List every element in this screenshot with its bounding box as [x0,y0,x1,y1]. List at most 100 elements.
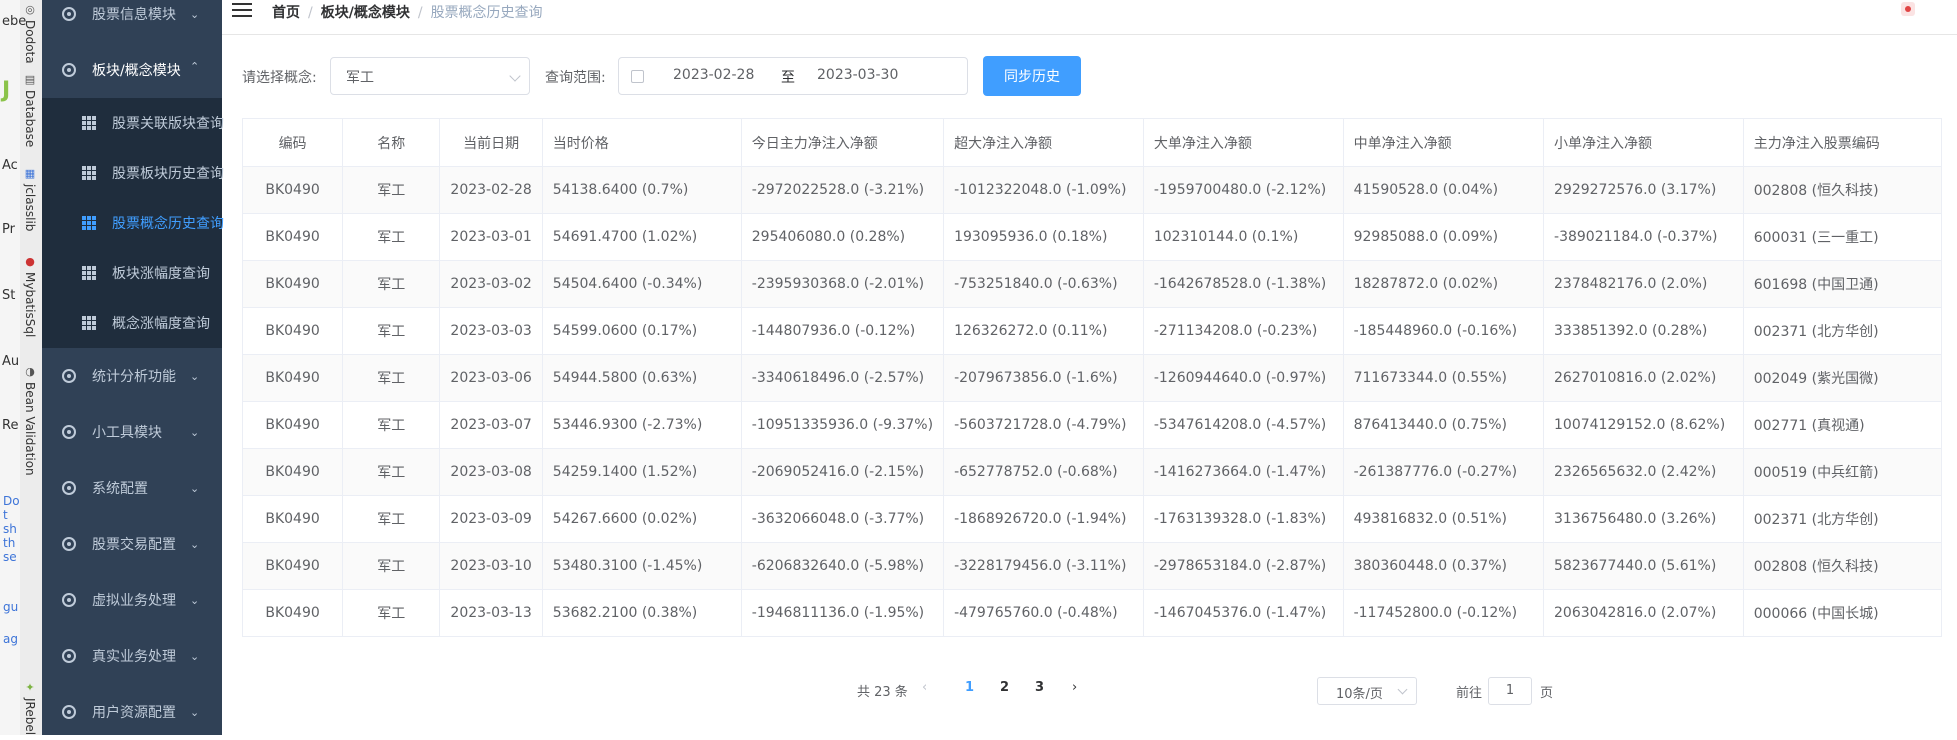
table-cell: 380360448.0 (0.37%) [1342,542,1545,590]
jrebel-icon: ✦ [25,681,35,694]
concept-select[interactable]: 军工 [330,57,530,95]
main-content: 首页 / 板块/概念模块 / 股票概念历史查询 请选择概念: 军工 查询范围: 2023… [222,0,1957,735]
table-header-cell: 主力净注入股票编码 [1742,118,1943,167]
chevron-down-icon: ⌄ [190,705,200,719]
grid-icon [82,116,96,130]
table-cell: -1260944640.0 (-0.97%) [1142,354,1344,402]
table-cell: -5347614208.0 (-4.57%) [1142,401,1344,449]
table-row[interactable]: BK0490 军工 2023-03-01 54691.4700 (1.02%) 2954… [241,213,1943,261]
sidebar-subitem-concept-gain[interactable]: 概念涨幅度查询 [42,298,222,348]
sidebar-subitem-sector-gain[interactable]: 板块涨幅度查询 [42,248,222,298]
table-cell: 53682.2100 (0.38%) [541,589,742,637]
table-cell: 126326272.0 (0.11%) [943,307,1144,355]
sidebar-item-system-config[interactable]: 系统配置 ⌄ [42,460,222,516]
table-cell: 002808 (恒久科技) [1742,166,1943,214]
grid-icon [82,316,96,330]
table-cell: -2079673856.0 (-1.6%) [943,354,1144,402]
table-row[interactable]: BK0490 军工 2023-02-28 54138.6400 (0.7%) -2972… [241,166,1943,214]
table-cell: 2023-03-10 [439,542,543,590]
page-size-select[interactable]: 10条/页 [1317,677,1417,705]
sync-history-button[interactable]: 同步历史 [983,56,1081,96]
table-cell: -1763139328.0 (-1.83%) [1142,495,1344,543]
ide-tab-jrebel[interactable]: ✦ JRebel [20,681,40,736]
breadcrumb-module[interactable]: 板块/概念模块 [321,5,410,21]
sidebar-item-user-resources[interactable]: 用户资源配置 ⌄ [42,684,222,740]
table-cell: BK0490 [241,354,344,402]
table-row[interactable]: BK0490 军工 2023-03-13 53682.2100 (0.38%) -194… [241,589,1943,637]
sidebar-subitem-stock-sector-history[interactable]: 股票板块历史查询 [42,148,224,198]
date-range-picker[interactable]: 2023-02-28 至 2023-03-30 [618,57,968,95]
sidebar-item-sector-concept[interactable]: 板块/概念模块 ⌃ [42,42,222,98]
table-cell: 54504.6400 (-0.34%) [541,260,742,308]
sidebar-subitem-label: 股票板块历史查询 [112,166,224,182]
sidebar-subitem-stock-related-sector[interactable]: 股票关联版块查询 [42,98,224,148]
chevron-down-icon: ⌄ [190,481,200,495]
table-cell: -479765760.0 (-0.48%) [943,589,1144,637]
page-1-button[interactable]: 1 [965,680,974,695]
table-row[interactable]: BK0490 军工 2023-03-07 53446.9300 (-2.73%) -10… [241,401,1943,449]
prev-page-icon[interactable]: ‹ [922,680,927,695]
grid-icon [82,266,96,280]
start-date-input[interactable]: 2023-02-28 [673,67,754,83]
table-header-cell: 名称 [342,118,441,167]
table-header-cell: 编码 [241,118,344,167]
sidebar-item-tools[interactable]: 小工具模块 ⌄ [42,404,222,460]
table-cell: -271134208.0 (-0.23%) [1142,307,1344,355]
table-cell: 002808 (恒久科技) [1742,542,1943,590]
sidebar-item-trade-config[interactable]: 股票交易配置 ⌄ [42,516,222,572]
table-cell: 5823677440.0 (5.61%) [1543,542,1744,590]
breadcrumb-home[interactable]: 首页 [272,5,300,21]
table-cell: BK0490 [241,542,344,590]
table-row[interactable]: BK0490 军工 2023-03-09 54267.6600 (0.02%) -363… [241,495,1943,543]
sidebar-item-virtual-business[interactable]: 虚拟业务处理 ⌄ [42,572,222,628]
table-row[interactable]: BK0490 军工 2023-03-02 54504.6400 (-0.34%) -23… [241,260,1943,308]
ide-gutter-link-text: Do t sh th se [3,494,20,564]
table-header-cell: 超大净注入净额 [943,118,1144,167]
sidebar-item-label: 股票交易配置 [92,537,176,553]
chevron-down-icon: ⌄ [190,537,200,551]
ide-tab-dodota[interactable]: ◎ Dodota [20,4,40,64]
menu-circle-icon [62,63,76,77]
table-cell: 军工 [342,354,441,402]
table-cell: 002371 (北方华创) [1742,307,1943,355]
ide-tab-mybatis[interactable]: ● MybatisSql [20,256,40,338]
ide-tab-bean-validation[interactable]: ◑ Bean Validation [20,366,40,476]
concept-history-table: 编码 名称 当前日期 当时价格 今日主力净注入净额 超大净注入净额 大单净注入净额 中单净注入… [241,118,1943,637]
table-cell: 333851392.0 (0.28%) [1543,307,1744,355]
table-cell: -261387776.0 (-0.27%) [1342,448,1545,496]
end-date-input[interactable]: 2023-03-30 [817,67,898,83]
sidebar-subitem-stock-concept-history[interactable]: 股票概念历史查询 [42,198,224,248]
page-3-button[interactable]: 3 [1035,680,1044,695]
table-cell: 493816832.0 (0.51%) [1342,495,1545,543]
next-page-icon[interactable]: › [1072,680,1077,695]
avatar[interactable] [1901,2,1915,16]
table-row[interactable]: BK0490 军工 2023-03-06 54944.5800 (0.63%) -334… [241,354,1943,402]
sidebar-item-label: 系统配置 [92,481,148,497]
table-cell: -2978653184.0 (-2.87%) [1142,542,1344,590]
table-cell: 54267.6600 (0.02%) [541,495,742,543]
table-row[interactable]: BK0490 军工 2023-03-03 54599.0600 (0.17%) -144… [241,307,1943,355]
menu-circle-icon [62,7,76,21]
goto-page-input[interactable]: 1 [1488,677,1532,705]
sidebar-item-real-business[interactable]: 真实业务处理 ⌄ [42,628,222,684]
table-header-cell: 今日主力净注入净额 [740,118,945,167]
ide-tab-database[interactable]: ▤ Database [20,74,40,148]
sidebar-item-statistics[interactable]: 统计分析功能 ⌄ [42,348,222,404]
sidebar-item-stock-info[interactable]: 股票信息模块 ⌄ [42,0,222,42]
table-row[interactable]: BK0490 军工 2023-03-08 54259.1400 (1.52%) -206… [241,448,1943,496]
ide-gutter-link-text: gu [3,600,19,614]
ide-tab-jclasslib[interactable]: ▦ jclasslib [20,168,40,232]
table-cell: -117452800.0 (-0.12%) [1342,589,1545,637]
ide-gutter-text: Ac [2,158,18,173]
sidebar-item-label: 用户资源配置 [92,705,176,721]
table-cell: 92985088.0 (0.09%) [1342,213,1545,261]
table-cell: -6206832640.0 (-5.98%) [740,542,945,590]
table-cell: 2023-03-09 [439,495,543,543]
breadcrumb-separator: / [308,5,313,21]
page-2-button[interactable]: 2 [1000,680,1009,695]
hamburger-icon[interactable] [232,3,252,19]
table-row[interactable]: BK0490 军工 2023-03-10 53480.3100 (-1.45%) -62… [241,542,1943,590]
table-cell: -1467045376.0 (-1.47%) [1142,589,1344,637]
breadcrumb: 首页 / 板块/概念模块 / 股票概念历史查询 [272,2,543,22]
table-header-row: 编码 名称 当前日期 当时价格 今日主力净注入净额 超大净注入净额 大单净注入净额 中单净注入… [241,118,1943,167]
